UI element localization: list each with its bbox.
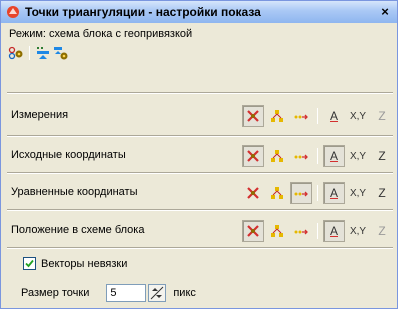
label-a-button[interactable]: A <box>323 220 345 242</box>
point-size-label: Размер точки <box>21 287 90 299</box>
tool-separator <box>317 223 318 239</box>
triangles-icon[interactable] <box>266 145 288 167</box>
label-a-button[interactable]: A <box>323 105 345 127</box>
residual-vectors-checkbox-row[interactable]: Векторы невязки <box>23 257 127 270</box>
residual-vectors-label: Векторы невязки <box>41 257 128 270</box>
triangles-icon[interactable] <box>266 105 288 127</box>
layers-gear-icon[interactable] <box>52 44 70 62</box>
title-bar[interactable]: Точки триангуляции - настройки показа × <box>1 1 397 23</box>
tool-separator <box>317 108 318 124</box>
close-button[interactable]: × <box>377 4 393 20</box>
point-size-input[interactable] <box>106 284 147 302</box>
label-a-button[interactable]: A <box>323 145 345 167</box>
label-z-button[interactable]: Z <box>371 145 393 167</box>
vectors-icon[interactable] <box>290 182 312 204</box>
label-xy-button[interactable]: X,Y <box>347 220 369 242</box>
divider <box>7 209 393 211</box>
vectors-icon[interactable] <box>290 105 312 127</box>
divider <box>7 92 393 94</box>
points-settings-icon[interactable] <box>7 44 25 62</box>
row-block-position: Положение в схеме блока A X,Y Z <box>7 219 393 243</box>
triangles-icon[interactable] <box>266 220 288 242</box>
divider <box>7 135 393 137</box>
label-xy-button[interactable]: X,Y <box>347 145 369 167</box>
app-icon <box>6 5 20 19</box>
window-title: Точки триангуляции - настройки показа <box>25 5 261 19</box>
row-label: Исходные координаты <box>11 149 126 161</box>
divider <box>7 172 393 174</box>
label-z-button[interactable]: Z <box>371 182 393 204</box>
row-label: Уравненные координаты <box>11 186 138 198</box>
points-show-icon[interactable] <box>242 182 264 204</box>
triangles-icon[interactable] <box>266 182 288 204</box>
label-z-button[interactable]: Z <box>371 105 393 127</box>
label-xy-button[interactable]: X,Y <box>347 182 369 204</box>
vectors-icon[interactable] <box>290 145 312 167</box>
points-show-icon[interactable] <box>242 220 264 242</box>
mode-label: Режим: схема блока с геопривязкой <box>9 28 193 40</box>
label-z-button[interactable]: Z <box>371 220 393 242</box>
label-xy-button[interactable]: X,Y <box>347 105 369 127</box>
label-a-button[interactable]: A <box>323 182 345 204</box>
row-adjusted-coordinates: Уравненные координаты A X,Y Z <box>7 181 393 205</box>
tool-separator <box>317 185 318 201</box>
top-toolbar <box>7 44 70 62</box>
tool-separator <box>317 148 318 164</box>
vectors-icon[interactable] <box>290 220 312 242</box>
points-show-icon[interactable] <box>242 105 264 127</box>
point-size-unit: пикс <box>173 287 196 299</box>
row-label: Измерения <box>11 109 69 121</box>
residual-vectors-checkbox[interactable] <box>23 257 36 270</box>
row-source-coordinates: Исходные координаты A X,Y Z <box>7 144 393 168</box>
toolbar-separator <box>29 46 30 60</box>
row-label: Положение в схеме блока <box>11 224 145 236</box>
divider <box>7 247 393 249</box>
settings-window: Точки триангуляции - настройки показа × … <box>0 0 398 309</box>
point-size-stepper[interactable] <box>148 284 167 302</box>
point-size-row: Размер точки пикс <box>21 284 196 302</box>
points-show-icon[interactable] <box>242 145 264 167</box>
row-measurements: Измерения A X,Y Z <box>7 104 393 128</box>
layers-down-icon[interactable] <box>34 44 52 62</box>
